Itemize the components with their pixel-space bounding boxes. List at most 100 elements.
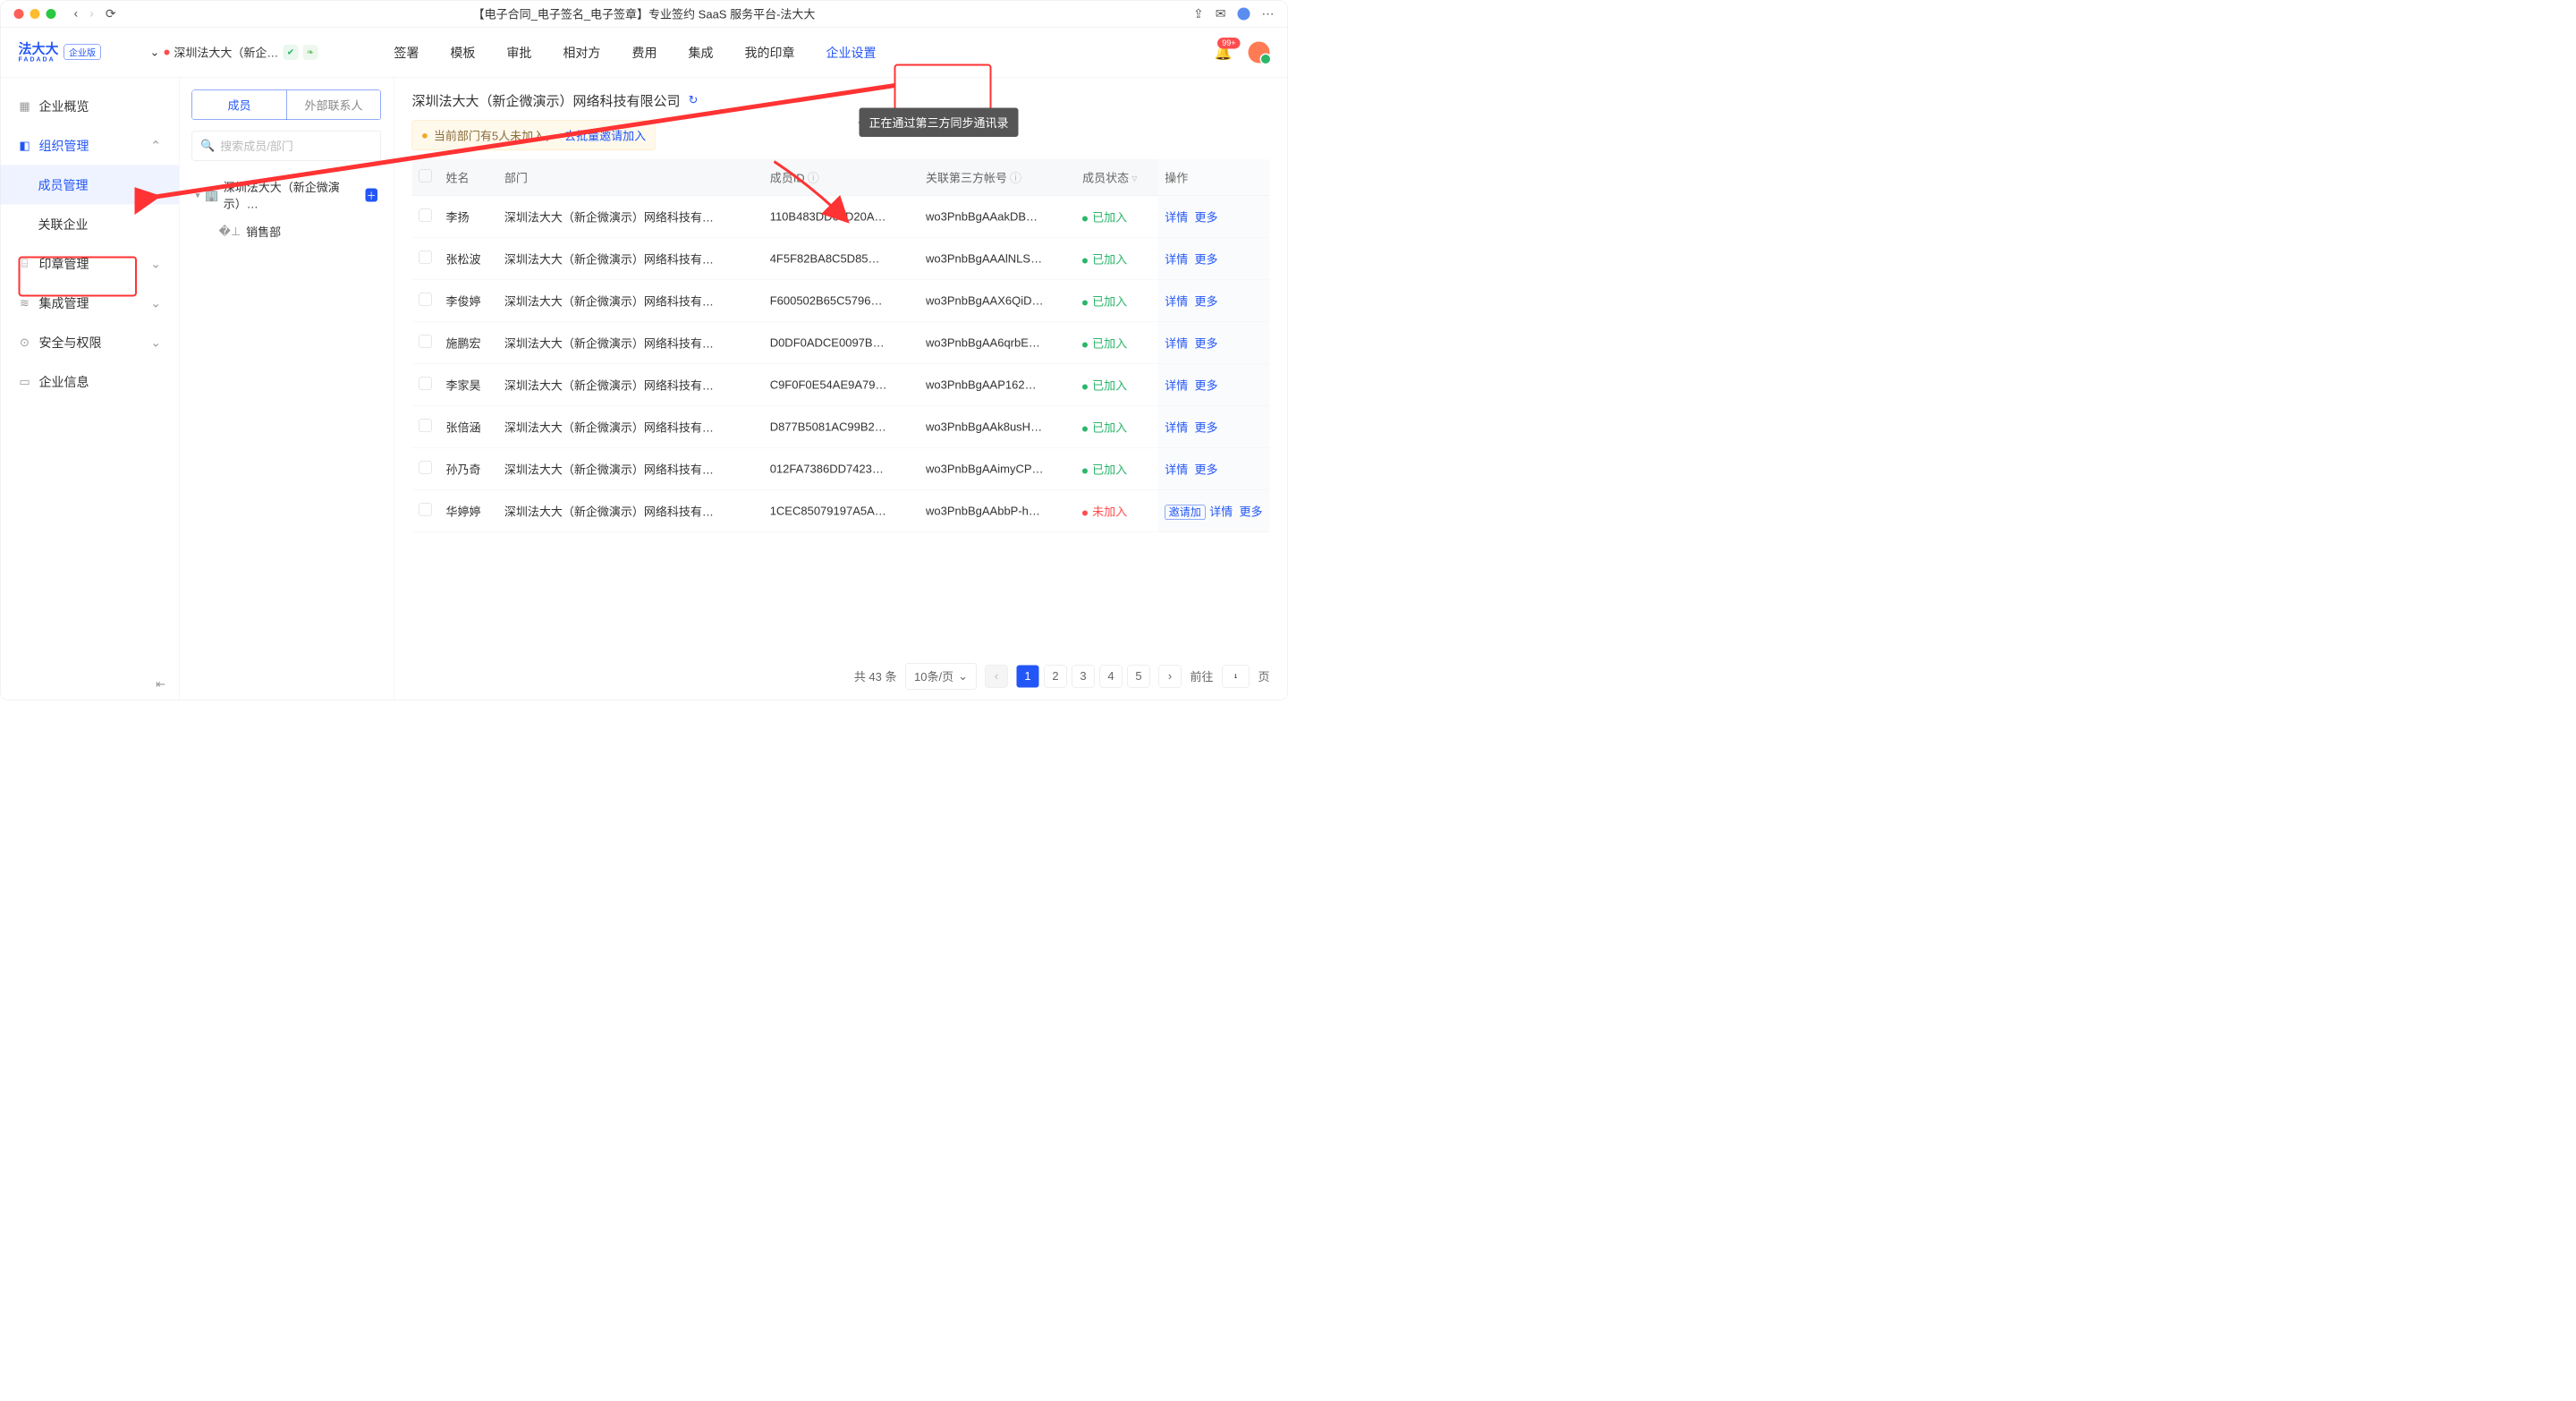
tab-external[interactable]: 外部联系人: [287, 90, 381, 120]
more-link[interactable]: 更多: [1194, 379, 1217, 393]
nav-item-3[interactable]: 相对方: [563, 28, 600, 78]
sidebar-item-7[interactable]: ▭企业信息: [1, 362, 180, 402]
info-icon[interactable]: ⓘ: [808, 172, 819, 185]
info-icon[interactable]: ⓘ: [1010, 172, 1021, 185]
sidebar-item-6[interactable]: ⊙安全与权限⌄: [1, 323, 180, 362]
more-icon[interactable]: ⋯: [1262, 6, 1275, 21]
sync-tooltip: 正在通过第三方同步通讯录: [860, 108, 1019, 138]
nav-item-4[interactable]: 费用: [631, 28, 657, 78]
cell-status: 已加入: [1075, 448, 1157, 490]
sidebar-icon: ⌸: [19, 257, 31, 271]
detail-link[interactable]: 详情: [1165, 421, 1188, 435]
browser-avatar[interactable]: [1238, 7, 1250, 20]
goto-input[interactable]: [1222, 665, 1249, 687]
maximize-window[interactable]: [47, 9, 56, 19]
user-avatar[interactable]: [1249, 41, 1270, 63]
col-header-0: [412, 159, 439, 196]
page-5[interactable]: 5: [1127, 665, 1149, 687]
close-window[interactable]: [14, 9, 24, 19]
more-link[interactable]: 更多: [1194, 337, 1217, 351]
sync-icon[interactable]: ↻: [689, 93, 699, 107]
more-link[interactable]: 更多: [1194, 463, 1217, 477]
sidebar-label: 企业信息: [39, 373, 89, 391]
nav-item-6[interactable]: 我的印章: [744, 28, 794, 78]
nav-item-1[interactable]: 模板: [450, 28, 475, 78]
sidebar-item-0[interactable]: ▦企业概览: [1, 87, 180, 126]
members-table: 姓名部门成员IDⓘ关联第三方帐号ⓘ成员状态▿操作 李扬深圳法大大（新企微演示）网…: [412, 159, 1270, 532]
org-selector[interactable]: ⌄ 深圳法大大（新企… ✔ ❧: [150, 44, 318, 61]
more-link[interactable]: 更多: [1194, 295, 1217, 309]
shield-icon: ✔: [283, 45, 298, 60]
detail-link[interactable]: 详情: [1165, 337, 1188, 351]
nav-item-2[interactable]: 审批: [506, 28, 531, 78]
dept-search[interactable]: 🔍 搜索成员/部门: [192, 131, 382, 161]
caret-icon: ▾: [196, 190, 200, 201]
forward-icon[interactable]: ›: [89, 6, 94, 21]
detail-link[interactable]: 详情: [1209, 505, 1233, 519]
more-link[interactable]: 更多: [1239, 505, 1262, 519]
row-checkbox[interactable]: [419, 209, 432, 222]
cell-ops: 详情 更多: [1157, 322, 1269, 364]
page-4[interactable]: 4: [1099, 665, 1122, 687]
dept-tree-child[interactable]: �⊥ 销售部: [192, 219, 382, 241]
row-checkbox[interactable]: [419, 420, 432, 432]
cell-ops: 详情 更多: [1157, 280, 1269, 322]
filter-icon[interactable]: ▿: [1131, 172, 1138, 185]
cell-ops: 详情 更多: [1157, 196, 1269, 238]
add-dept-button[interactable]: ＋: [365, 189, 377, 202]
page-title: 深圳法大大（新企微演示）网络科技有限公司: [412, 90, 681, 110]
cell-third: wo3PnbBgAAimyCP…: [919, 448, 1075, 490]
nav-item-7[interactable]: 企业设置: [826, 28, 876, 78]
row-checkbox[interactable]: [419, 504, 432, 516]
chevron-down-icon: ⌄: [150, 46, 160, 60]
cell-ops: 详情 更多: [1157, 238, 1269, 280]
more-link[interactable]: 更多: [1194, 253, 1217, 267]
detail-link[interactable]: 详情: [1165, 379, 1188, 393]
sidebar-item-3[interactable]: 关联企业: [1, 205, 180, 244]
row-checkbox[interactable]: [419, 378, 432, 390]
sidebar-item-5[interactable]: ≋集成管理⌄: [1, 284, 180, 323]
minimize-window[interactable]: [30, 9, 40, 19]
row-checkbox[interactable]: [419, 462, 432, 474]
select-all-checkbox[interactable]: [419, 170, 432, 183]
cell-mid: C9F0F0E54AE9A79…: [763, 364, 919, 406]
dept-tree-root[interactable]: ▾ 🏢 深圳法大大（新企微演示）… ＋: [192, 172, 382, 219]
wechat-icon[interactable]: ✉: [1216, 6, 1226, 21]
refresh-icon[interactable]: ⟳: [106, 6, 116, 21]
detail-link[interactable]: 详情: [1165, 253, 1188, 267]
row-checkbox[interactable]: [419, 293, 432, 306]
detail-link[interactable]: 详情: [1165, 211, 1188, 225]
tab-members[interactable]: 成员: [192, 90, 287, 120]
sidebar-item-4[interactable]: ⌸印章管理⌄: [1, 244, 180, 284]
sidebar-label: 组织管理: [39, 137, 89, 155]
page-size-select[interactable]: 10条/页⌄: [906, 663, 977, 690]
cell-name: 张倍涵: [439, 406, 497, 448]
pager-next[interactable]: ›: [1158, 665, 1181, 687]
back-icon[interactable]: ‹: [74, 6, 79, 21]
pager-prev[interactable]: ‹: [985, 665, 1007, 687]
nav-item-0[interactable]: 签署: [394, 28, 419, 78]
notification-bell[interactable]: 🔔99+: [1215, 44, 1233, 61]
notice-link[interactable]: 去批量邀请加入: [564, 127, 646, 144]
detail-link[interactable]: 详情: [1165, 295, 1188, 309]
cell-third: wo3PnbBgAAAlNLS…: [919, 238, 1075, 280]
cell-name: 孙乃奇: [439, 448, 497, 490]
row-checkbox[interactable]: [419, 335, 432, 348]
cell-name: 施鹏宏: [439, 322, 497, 364]
page-1[interactable]: 1: [1016, 665, 1038, 687]
row-checkbox[interactable]: [419, 251, 432, 264]
sidebar-item-2[interactable]: 成员管理: [1, 166, 180, 205]
detail-link[interactable]: 详情: [1165, 463, 1188, 477]
page-2[interactable]: 2: [1044, 665, 1066, 687]
cell-mid: D877B5081AC99B2…: [763, 406, 919, 448]
page-3[interactable]: 3: [1072, 665, 1094, 687]
share-icon[interactable]: ⇪: [1193, 6, 1204, 21]
collapse-sidebar-icon[interactable]: ⇤: [156, 677, 165, 692]
nav-item-5[interactable]: 集成: [688, 28, 713, 78]
more-link[interactable]: 更多: [1194, 421, 1217, 435]
sidebar-item-1[interactable]: ◧组织管理⌃: [1, 126, 180, 166]
invite-button[interactable]: 邀请加: [1165, 505, 1205, 521]
sidebar-icon: ⊙: [19, 335, 31, 350]
col-header-1: 姓名: [439, 159, 497, 196]
more-link[interactable]: 更多: [1194, 211, 1217, 225]
